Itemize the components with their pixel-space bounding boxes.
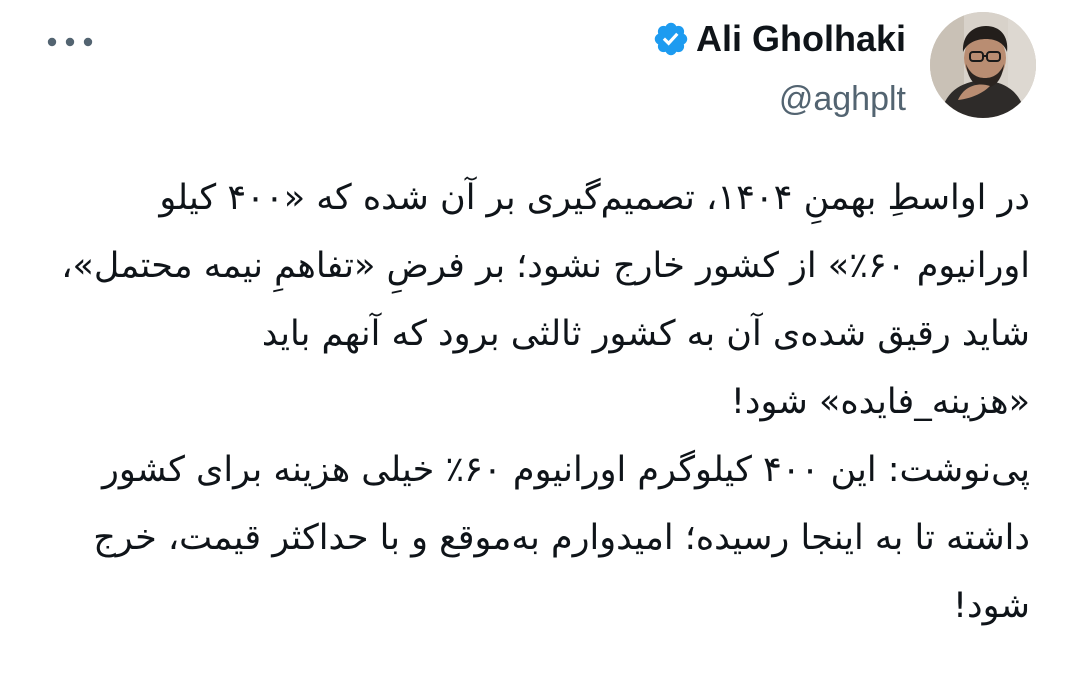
tweet-card: Ali Gholhaki @aghplt در اواسطِ بهمنِ ۱۴۰… <box>0 0 1080 675</box>
avatar[interactable] <box>930 12 1036 118</box>
verified-badge-icon <box>654 22 688 56</box>
author-display-name[interactable]: Ali Gholhaki <box>696 18 906 60</box>
more-horizontal-icon <box>47 37 93 47</box>
author-name-row[interactable]: Ali Gholhaki <box>652 16 906 62</box>
more-options-button[interactable] <box>46 30 94 54</box>
profile-photo <box>930 12 1036 118</box>
tweet-text: در اواسطِ بهمنِ ۱۴۰۴، تصمیم‌گیری بر آن ش… <box>61 178 1030 626</box>
author-handle[interactable]: @aghplt <box>779 80 906 119</box>
